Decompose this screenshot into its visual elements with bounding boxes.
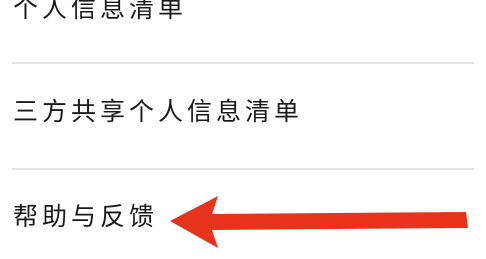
menu-item-label: 个人信息清单: [13, 0, 188, 23]
red-arrow-annotation: [170, 196, 468, 248]
arrow-shape: [170, 196, 468, 248]
menu-item-label: 三方共享个人信息清单: [13, 97, 304, 126]
menu-item-third-party-sharing-list[interactable]: 三方共享个人信息清单: [0, 64, 486, 168]
menu-item-label: 帮助与反馈: [13, 202, 159, 231]
menu-item-personal-info-list[interactable]: 个人信息清单: [0, 0, 486, 62]
settings-list: 个人信息清单 三方共享个人信息清单 帮助与反馈: [0, 0, 486, 259]
